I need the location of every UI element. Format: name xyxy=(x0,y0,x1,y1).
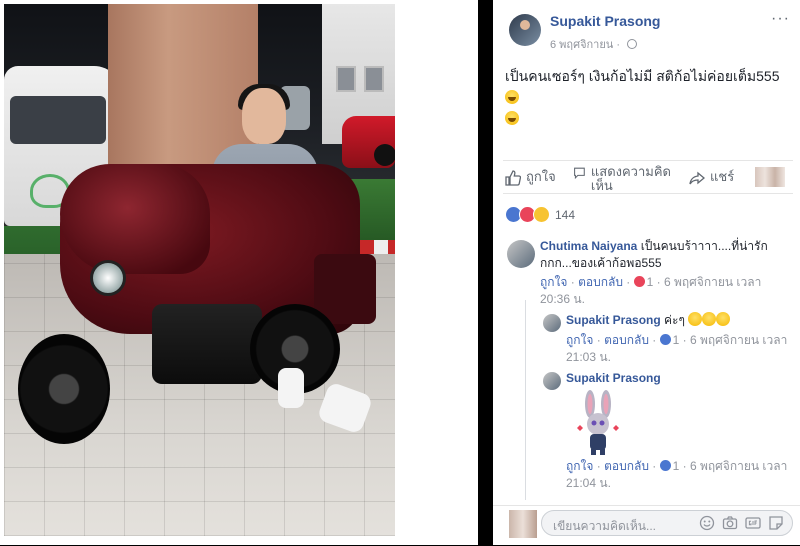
reactions-summary[interactable]: 144 xyxy=(505,206,575,223)
reply-reply-link[interactable]: ตอบกลับ xyxy=(604,459,649,473)
share-button[interactable]: แชร์ xyxy=(689,170,734,186)
camera-icon[interactable] xyxy=(722,515,738,531)
post-panel: Supakit Prasong 6 พฤศจิกายน · ··· เป็นคน… xyxy=(493,0,800,545)
reply-like-link[interactable]: ถูกใจ xyxy=(566,459,593,473)
comment-meta: ถูกใจ · ตอบกลับ · 1 · 6 พฤศจิกายน เวลา 2… xyxy=(540,275,762,306)
comment-button[interactable]: แสดงความคิดเห็น xyxy=(573,165,673,193)
composer-tools xyxy=(699,515,784,531)
kiss-emoji-icon xyxy=(702,312,717,326)
commenter-name[interactable]: Chutima Naiyana xyxy=(540,239,637,253)
post-photo[interactable] xyxy=(4,4,395,536)
reply-meta: ถูกใจ · ตอบกลับ · 1 · 6 พฤศจิกายน เวลา 2… xyxy=(566,459,788,490)
share-label: แชร์ xyxy=(710,169,735,184)
thumbs-up-icon xyxy=(505,170,521,186)
replier-avatar[interactable] xyxy=(543,314,561,332)
comment-reply-link[interactable]: ตอบกลับ xyxy=(578,275,623,289)
reply-reply-link[interactable]: ตอบกลับ xyxy=(604,333,649,347)
haha-reaction-icon xyxy=(533,206,550,223)
reply-like-link[interactable]: ถูกใจ xyxy=(566,333,593,347)
like-reaction-icon xyxy=(659,460,671,471)
reply-meta: ถูกใจ · ตอบกลับ · 1 · 6 พฤศจิกายน เวลา 2… xyxy=(566,333,788,364)
kiss-emoji-icon xyxy=(688,312,703,326)
comment-like-link[interactable]: ถูกใจ xyxy=(540,275,567,289)
viewer-gutter xyxy=(395,0,478,545)
replier-name[interactable]: Supakit Prasong xyxy=(566,313,661,327)
post-body: เป็นคนเซอร์ๆ เงินก้อไม่มี สติก้อไม่ค่อยเ… xyxy=(505,68,780,84)
comment-label: แสดงความคิดเห็น xyxy=(590,164,671,193)
rofl-emoji-icon xyxy=(505,90,519,104)
post-actions-bar: ถูกใจ แสดงความคิดเห็น แชร์ xyxy=(503,160,793,194)
sticker-icon[interactable] xyxy=(768,515,784,531)
reply-react-count[interactable]: 1 xyxy=(673,333,680,347)
like-button[interactable]: ถูกใจ xyxy=(505,170,556,186)
viewer-avatar-blurred[interactable] xyxy=(755,167,785,187)
reply-item: Supakit Prasong ค่ะๆ ถูกใจ · ตอบกลับ · 1… xyxy=(566,312,792,366)
comment-bubble-icon xyxy=(574,167,585,180)
like-label: ถูกใจ xyxy=(526,169,556,184)
globe-icon xyxy=(627,39,638,49)
post-header: Supakit Prasong 6 พฤศจิกายน · ··· xyxy=(493,10,800,54)
comment-placeholder: เขียนความคิดเห็น... xyxy=(553,519,656,533)
post-meta: 6 พฤศจิกายน · xyxy=(550,35,638,53)
replier-avatar[interactable] xyxy=(543,372,561,390)
reply-item: Supakit Prasong xyxy=(566,370,792,387)
comment-input[interactable]: เขียนความคิดเห็น... xyxy=(541,510,793,536)
share-arrow-icon xyxy=(689,171,705,185)
bunny-sticker[interactable] xyxy=(573,390,623,460)
author-name[interactable]: Supakit Prasong xyxy=(550,13,660,29)
post-text: เป็นคนเซอร์ๆ เงินก้อไม่มี สติก้อไม่ค่อยเ… xyxy=(505,66,790,129)
post-date[interactable]: 6 พฤศจิกายน xyxy=(550,39,613,51)
replier-name[interactable]: Supakit Prasong xyxy=(566,371,661,385)
comment-react-count[interactable]: 1 xyxy=(647,275,654,289)
commenter-avatar[interactable] xyxy=(507,240,535,268)
author-avatar[interactable] xyxy=(509,14,541,46)
viewer-avatar xyxy=(509,510,537,538)
reply-thread-line xyxy=(525,300,526,500)
reply-react-count[interactable]: 1 xyxy=(673,459,680,473)
grin-sweat-emoji-icon xyxy=(505,111,519,125)
emoji-icon[interactable] xyxy=(699,515,715,531)
reply-item-meta-wrap: ถูกใจ · ตอบกลับ · 1 · 6 พฤศจิกายน เวลา 2… xyxy=(566,458,792,492)
love-reaction-icon xyxy=(633,276,645,287)
kiss-emoji-icon xyxy=(716,312,731,326)
reaction-count: 144 xyxy=(555,207,576,222)
like-reaction-icon xyxy=(659,334,671,345)
comment-composer: เขียนความคิดเห็น... xyxy=(493,505,800,546)
more-options-button[interactable]: ··· xyxy=(771,10,790,28)
reply-text: ค่ะๆ xyxy=(664,313,685,327)
gif-icon[interactable] xyxy=(745,515,761,531)
comment-item: Chutima Naiyana เป็นคนบร้าาาา....ที่น่าร… xyxy=(540,238,792,308)
